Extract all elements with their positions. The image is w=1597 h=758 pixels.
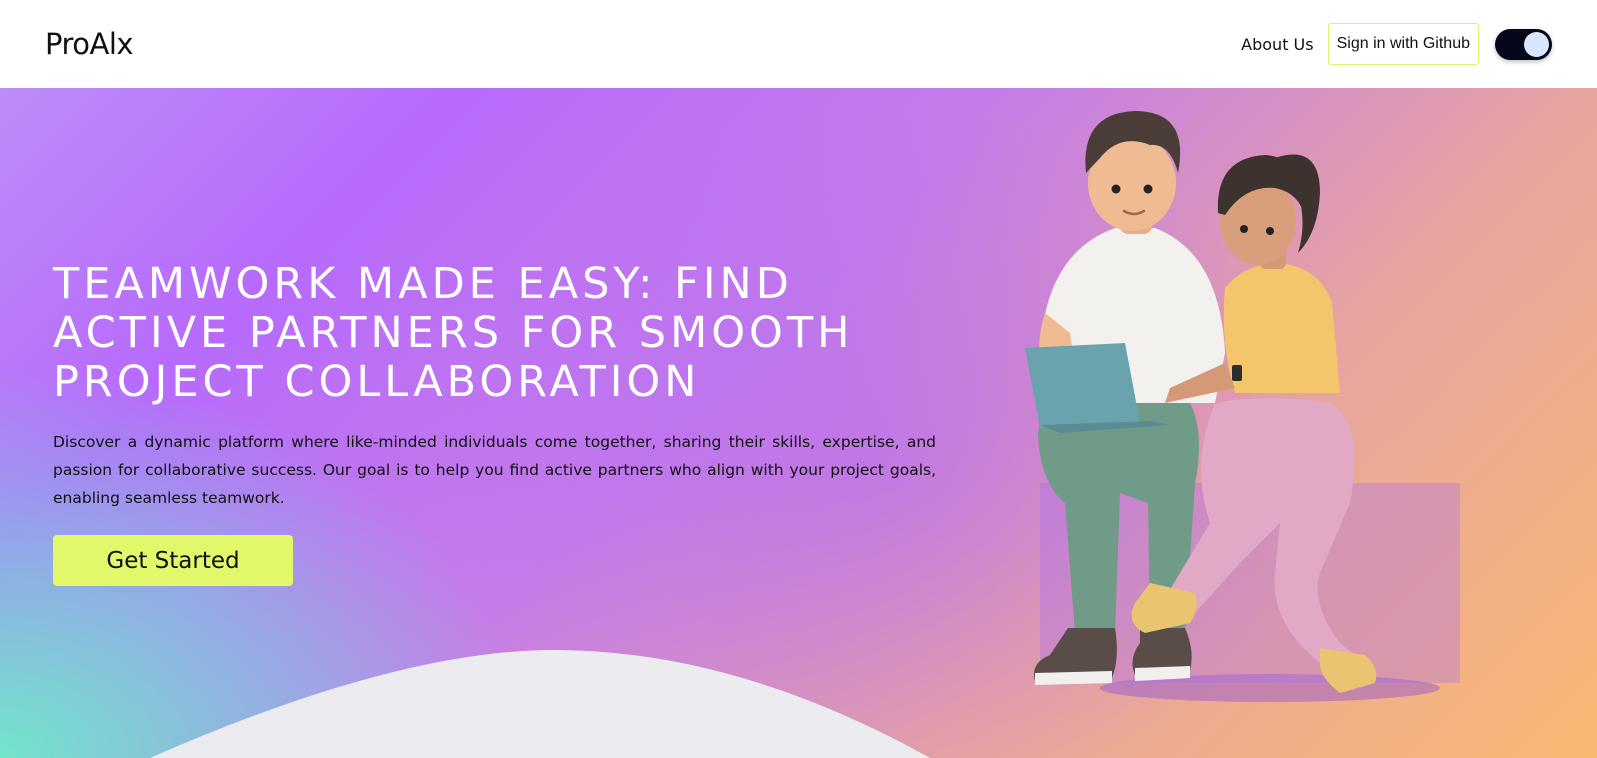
github-signin-button[interactable]: Sign in with Github xyxy=(1327,23,1479,65)
navbar: ProAlx About Us Sign in with Github xyxy=(0,0,1597,88)
hero-description: Discover a dynamic platform where like-m… xyxy=(53,433,936,507)
team-illustration xyxy=(1025,111,1460,702)
hero-title: TEAMWORK MADE EASY: FIND ACTIVE PARTNERS… xyxy=(53,259,854,407)
hero-wave xyxy=(150,649,930,758)
site-logo[interactable]: ProAlx xyxy=(45,27,134,61)
theme-toggle[interactable] xyxy=(1495,28,1552,60)
get-started-button[interactable]: Get Started xyxy=(53,535,293,586)
toggle-knob xyxy=(1524,31,1549,57)
about-us-link[interactable]: About Us xyxy=(1241,35,1313,54)
hero-section: TEAMWORK MADE EASY: FIND ACTIVE PARTNERS… xyxy=(0,88,1597,758)
nav-actions: About Us Sign in with Github xyxy=(1241,23,1552,65)
landing-page: ProAlx About Us Sign in with Github TEAM… xyxy=(0,0,1597,758)
